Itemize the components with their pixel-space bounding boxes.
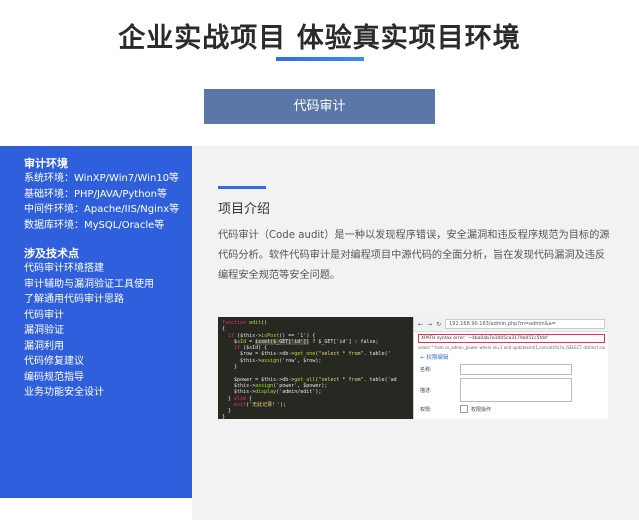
tab-code-audit[interactable]: 代码审计 xyxy=(204,89,435,124)
form-row-desc: 描述: xyxy=(420,378,603,402)
field-box xyxy=(460,364,572,375)
sidebar: 审计环境 系统环境：WinXP/Win7/Win10等 基础环境：PHP/JAV… xyxy=(0,146,192,498)
field-label: 描述: xyxy=(420,387,432,394)
intro-accent-bar xyxy=(218,186,266,189)
intro-title: 项目介绍 xyxy=(218,202,271,217)
forward-arrow-icon: → xyxy=(427,320,433,328)
reload-icon: ↻ xyxy=(436,320,442,328)
form-row-name: 名称: xyxy=(420,364,603,375)
hero-underline xyxy=(276,57,364,61)
field-label: 权限: xyxy=(420,406,432,413)
intro-panel: 项目介绍 代码审计（Code audit）是一种以发现程序错误，安全漏洞和违反程… xyxy=(192,146,639,520)
tech-item: 代码审计环境搭建 xyxy=(24,263,104,274)
tech-item: 审计辅助与漏洞验证工具使用 xyxy=(24,278,154,290)
tech-item: 代码审计 xyxy=(24,309,64,321)
tech-item: 漏洞利用 xyxy=(24,340,64,352)
sql-error-message: XPATH syntax error: '~4ba0ab7a1005ca3179… xyxy=(418,334,605,343)
permission-edit-link: ← 权限编辑 xyxy=(420,355,449,361)
intro-text: 代码审计（Code audit）是一种以发现程序错误，安全漏洞和违反程序规范为目… xyxy=(218,230,610,281)
demo-screenshot: function edit() { if ($this->isPost() ==… xyxy=(218,317,608,419)
env-item: 数据库环境：MySQL/Oracle等 xyxy=(24,219,165,231)
tech-item: 漏洞验证 xyxy=(24,325,64,336)
field-label: 名称: xyxy=(420,367,432,373)
back-arrow-icon: ← xyxy=(418,320,424,328)
browser-window-image: ← → ↻ 192.168.90.163/admin.php?m=admin&a… xyxy=(413,317,608,419)
tech-item: 了解通用代码审计思路 xyxy=(24,294,124,305)
bottom-strip xyxy=(0,498,52,520)
hero-title: 企业实战项目 体验真实项目环境 xyxy=(118,23,521,54)
form-row-perm: 权限: 权限操作 xyxy=(420,405,603,413)
perm-option-label: 权限操作 xyxy=(471,406,492,413)
sql-query-text: select * from ss_admin_power where id=1 … xyxy=(418,345,605,350)
tech-item: 业务功能安全设计 xyxy=(24,387,104,398)
env-item: 系统环境：WinXP/Win7/Win10等 xyxy=(24,173,180,184)
browser-url: 192.168.90.163/admin.php?m=admin&a= xyxy=(445,319,605,329)
tech-item: 编码规范指导 xyxy=(24,371,84,383)
tech-title: 涉及技术点 xyxy=(24,247,79,260)
code-editor-image: function edit() { if ($this->isPost() ==… xyxy=(218,317,413,419)
field-box xyxy=(460,378,572,402)
browser-toolbar: ← → ↻ 192.168.90.163/admin.php?m=admin&a… xyxy=(414,317,608,332)
env-item: 中间件环境：Apache/IIS/Nginx等 xyxy=(24,204,180,215)
tech-item: 代码修复建议 xyxy=(24,356,84,367)
checkbox-icon xyxy=(460,405,468,413)
env-item: 基础环境：PHP/JAVA/Python等 xyxy=(24,188,167,200)
env-title: 审计环境 xyxy=(24,157,68,170)
